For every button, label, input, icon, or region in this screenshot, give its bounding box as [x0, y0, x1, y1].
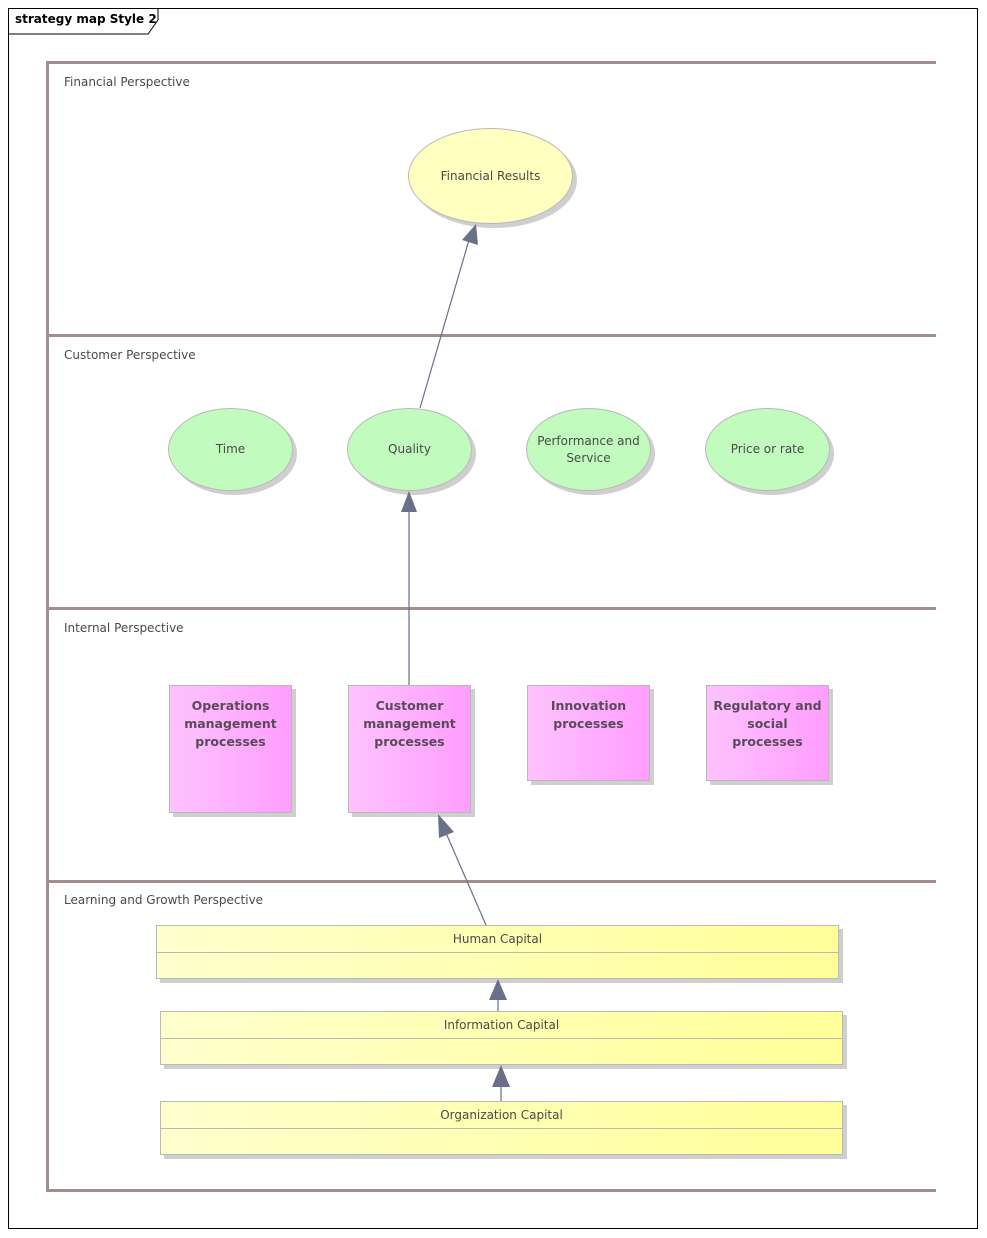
- connector-customer-mgmt-to-quality[interactable]: [401, 491, 417, 685]
- connectors-layer: [401, 224, 510, 1101]
- connector-quality-to-financial[interactable]: [419, 224, 478, 409]
- connector-human-to-customer-mgmt[interactable]: [438, 814, 487, 926]
- connector-organization-to-information[interactable]: [492, 1065, 510, 1101]
- connector-information-to-human[interactable]: [489, 979, 507, 1011]
